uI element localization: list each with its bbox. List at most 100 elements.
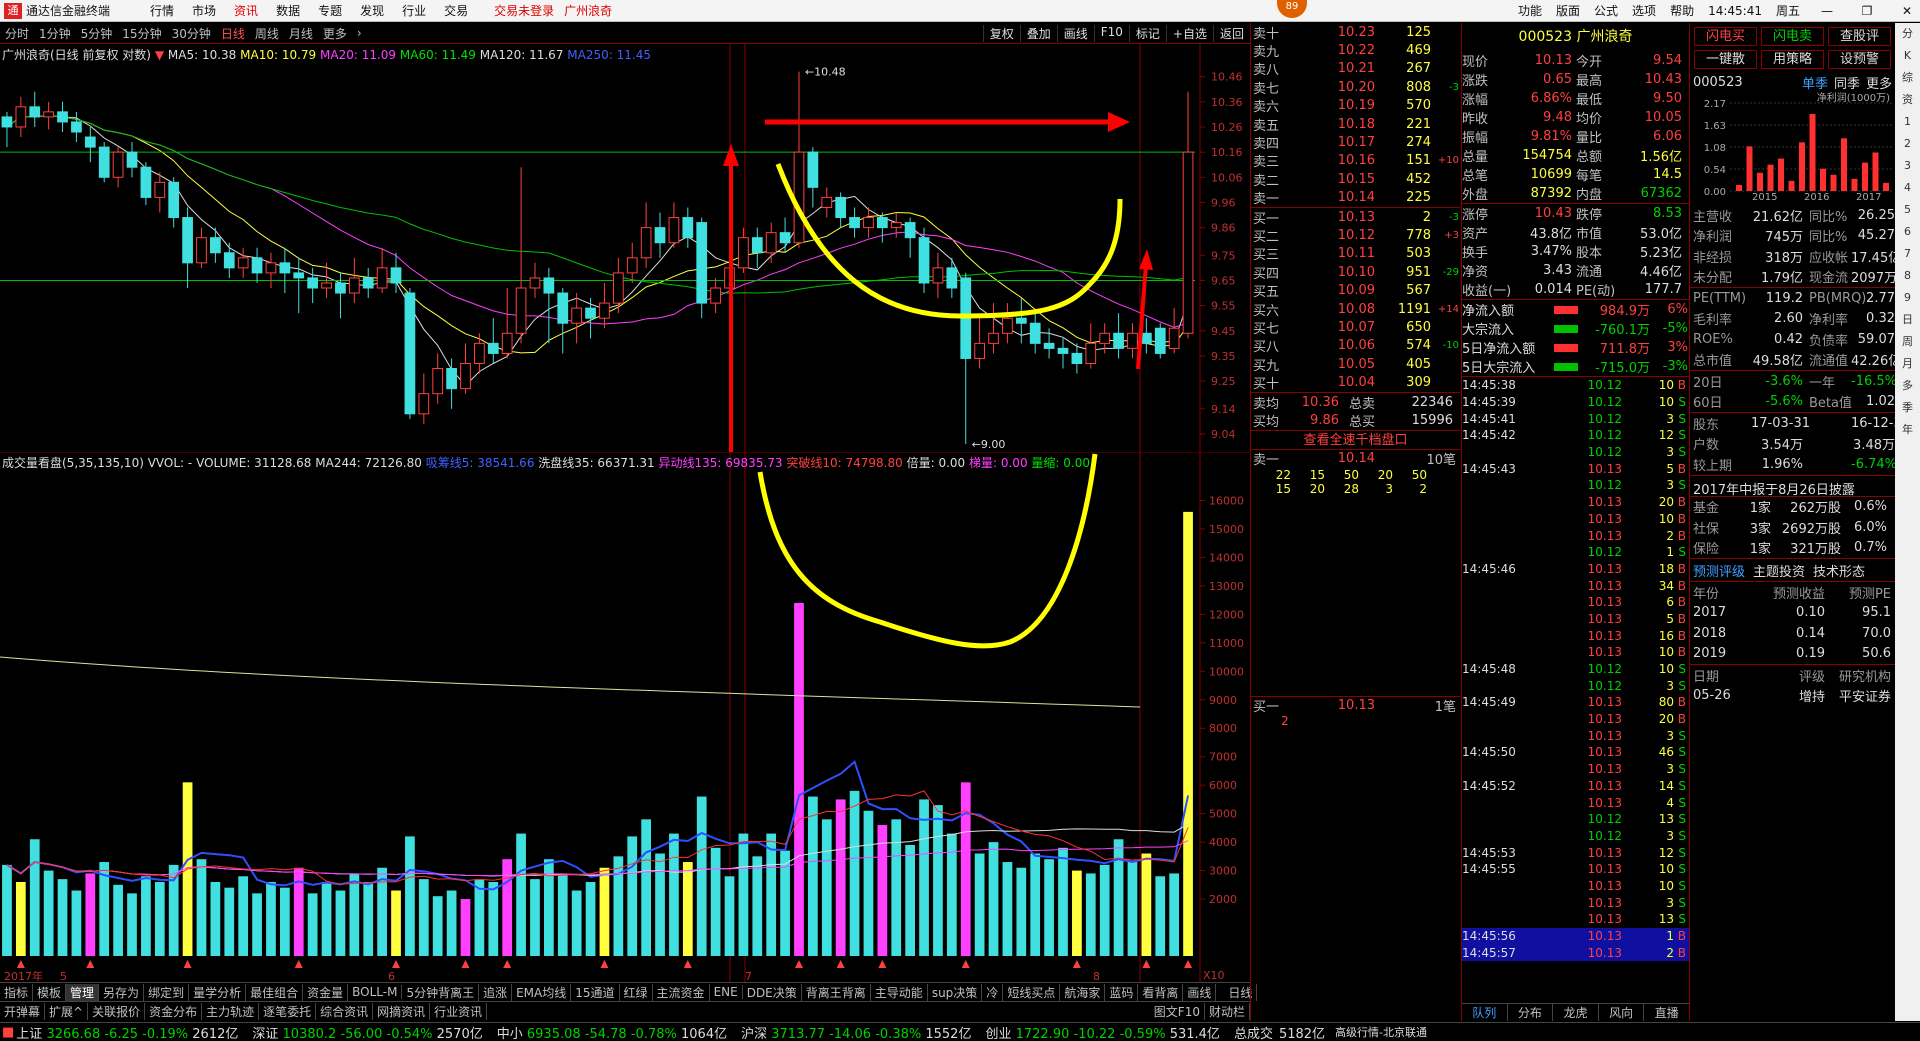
sidebar-icon[interactable]: 7 xyxy=(1904,243,1911,265)
bottom-right-tab[interactable]: 财动栏 xyxy=(1205,1002,1250,1020)
quote-tab[interactable]: 队列 xyxy=(1462,1004,1508,1021)
period-tab[interactable]: 周线 xyxy=(250,25,284,42)
bottom-tab[interactable]: 开弹幕 xyxy=(0,1002,46,1020)
sidebar-icon[interactable]: 多 xyxy=(1902,375,1913,397)
quote-tab[interactable]: 分布 xyxy=(1508,1004,1554,1021)
tool-button[interactable]: 标记 xyxy=(1128,24,1166,42)
period-tab[interactable]: 30分钟 xyxy=(167,25,216,42)
sidebar-icon[interactable]: 3 xyxy=(1904,155,1911,177)
tab-same-quarter[interactable]: 同季 xyxy=(1834,73,1860,92)
indicator-tab[interactable]: 红绿 xyxy=(620,983,653,1001)
menu-item[interactable]: 市场 xyxy=(192,2,216,19)
indicator-tab[interactable]: 看背离 xyxy=(1138,983,1184,1001)
indicator-tab[interactable]: EMA均线 xyxy=(512,983,572,1001)
quick-button[interactable]: 一键散 xyxy=(1694,50,1757,69)
bid-row[interactable]: 买五 10.09 567 xyxy=(1251,281,1460,300)
ask-row[interactable]: 卖二 10.15 452 xyxy=(1251,170,1460,189)
tool-button[interactable]: 复权 xyxy=(982,24,1020,42)
indicator-tab[interactable]: 管理 xyxy=(66,983,100,1001)
quote-tab[interactable]: 龙虎 xyxy=(1553,1004,1599,1021)
kline-chart[interactable]: 10.46 10.36 10.26 10.16 10.06 9.96 9.86 9.75 9.6… xyxy=(0,44,1250,454)
ask-row[interactable]: 卖九 10.22 469 xyxy=(1251,41,1460,60)
indicator-tab[interactable]: sup决策 xyxy=(928,983,983,1001)
period-tab[interactable]: 5分钟 xyxy=(76,25,118,42)
index-item[interactable]: 创业 1722.90 -10.22 -0.59% 531.4亿 xyxy=(985,1023,1219,1041)
sidebar-icon[interactable]: 日 xyxy=(1902,309,1913,331)
sidebar-icon[interactable]: 综 xyxy=(1902,67,1913,89)
minimize-icon[interactable]: — xyxy=(1814,4,1840,18)
restore-icon[interactable]: ❐ xyxy=(1854,4,1880,18)
quick-button[interactable]: 闪电卖 xyxy=(1761,27,1824,46)
indicator-tab[interactable]: 蓝码 xyxy=(1105,983,1139,1001)
sidebar-icon[interactable]: 季 xyxy=(1902,397,1913,419)
quick-button[interactable]: 用策略 xyxy=(1761,50,1824,69)
indicator-tab[interactable]: 另存为 xyxy=(99,983,145,1001)
tool-button[interactable]: 返回 xyxy=(1212,24,1250,42)
ask-row[interactable]: 卖四 10.17 274 xyxy=(1251,133,1460,152)
bottom-tab[interactable]: 资金分布 xyxy=(145,1002,203,1020)
menu-options[interactable]: 选项 xyxy=(1632,2,1656,19)
period-more[interactable]: 更多 xyxy=(318,25,352,42)
sidebar-icon[interactable]: 分 xyxy=(1902,23,1913,45)
sidebar-icon[interactable]: 月 xyxy=(1902,353,1913,375)
menu-item-active[interactable]: 资讯 xyxy=(234,2,258,19)
sidebar-icon[interactable]: 2 xyxy=(1904,133,1911,155)
trade-status[interactable]: 交易未登录 xyxy=(494,2,554,19)
tool-button[interactable]: F10 xyxy=(1093,24,1129,42)
quick-button[interactable]: 设预警 xyxy=(1828,50,1891,69)
tab-more[interactable]: 更多 xyxy=(1866,73,1892,92)
sidebar-icon[interactable]: 6 xyxy=(1904,221,1911,243)
ask-row[interactable]: 卖七 10.20 808 -3 xyxy=(1251,78,1460,97)
tab-technical[interactable]: 技术形态 xyxy=(1813,561,1865,580)
full-depth-link[interactable]: 查看全速千档盘口 xyxy=(1251,429,1460,450)
indicator-tab[interactable]: 量学分析 xyxy=(189,983,247,1001)
indicator-tab[interactable]: 短线买点 xyxy=(1003,983,1061,1001)
period-tab-active[interactable]: 日线 xyxy=(216,25,250,42)
indicator-tab[interactable]: 主导动能 xyxy=(871,983,928,1001)
bottom-tab[interactable]: 逐笔委托 xyxy=(259,1002,317,1020)
indicator-tab[interactable]: 指标 xyxy=(0,983,34,1001)
sidebar-icon[interactable]: 5 xyxy=(1904,199,1911,221)
volume-chart[interactable]: 16000 15000 14000 13000 12000 11000 10000 9000 8… xyxy=(0,452,1250,982)
indicator-tab[interactable]: 模板 xyxy=(33,983,67,1001)
quick-button[interactable]: 查股评 xyxy=(1828,27,1891,46)
index-item[interactable]: 深证 10380.2 -56.00 -0.54% 2570亿 xyxy=(252,1023,482,1041)
chevron-right-icon[interactable]: › xyxy=(352,26,367,40)
quick-button[interactable]: 闪电买 xyxy=(1694,27,1757,46)
bid-row[interactable]: 买七 10.07 650 xyxy=(1251,318,1460,337)
indicator-tab[interactable]: 冷 xyxy=(982,983,1004,1001)
menu-help[interactable]: 帮助 xyxy=(1670,2,1694,19)
indicator-tab[interactable]: 背离王背离 xyxy=(802,983,871,1001)
indicator-tab[interactable]: 主流资金 xyxy=(653,983,710,1001)
bottom-tab[interactable]: 扩展^ xyxy=(45,1002,89,1020)
bottom-tab[interactable]: 综合资讯 xyxy=(316,1002,374,1020)
menu-formula[interactable]: 公式 xyxy=(1594,2,1618,19)
sidebar-icon[interactable]: K xyxy=(1904,45,1911,67)
indicator-tab[interactable]: 绑定到 xyxy=(144,983,190,1001)
menu-item[interactable]: 发现 xyxy=(360,2,384,19)
period-tab[interactable]: 1分钟 xyxy=(34,25,76,42)
menu-item[interactable]: 专题 xyxy=(318,2,342,19)
bid-row[interactable]: 买六 10.08 1191 +14 xyxy=(1251,300,1460,319)
quote-tab[interactable]: 直播 xyxy=(1644,1004,1690,1021)
indicator-tab[interactable]: 最佳组合 xyxy=(246,983,304,1001)
bid-row[interactable]: 买三 10.11 503 xyxy=(1251,245,1460,263)
indicator-tab[interactable]: 航海家 xyxy=(1060,983,1106,1001)
sidebar-icon[interactable]: 年 xyxy=(1902,419,1913,441)
bid-row[interactable]: 买十 10.04 309 xyxy=(1251,373,1460,392)
menu-item[interactable]: 行情 xyxy=(150,2,174,19)
bid-row[interactable]: 买四 10.10 951 -29 xyxy=(1251,263,1460,282)
bid-row[interactable]: 买九 10.05 405 xyxy=(1251,355,1460,374)
indicator-tab[interactable]: ENE xyxy=(710,985,743,999)
bottom-tab[interactable]: 关联报价 xyxy=(88,1002,146,1020)
ask-row[interactable]: 卖八 10.21 267 xyxy=(1251,60,1460,78)
menu-item[interactable]: 行业 xyxy=(402,2,426,19)
tool-button[interactable]: 画线 xyxy=(1056,24,1094,42)
bottom-tab[interactable]: 网摘资讯 xyxy=(373,1002,431,1020)
bid-row[interactable]: 买一 10.13 2 -3 xyxy=(1251,208,1460,227)
bid-row[interactable]: 买八 10.06 574 -10 xyxy=(1251,337,1460,355)
ask-row[interactable]: 卖六 10.19 570 xyxy=(1251,97,1460,115)
indicator-tab[interactable]: DDE决策 xyxy=(743,983,802,1001)
tab-single-quarter[interactable]: 单季 xyxy=(1802,73,1828,92)
menu-item[interactable]: 交易 xyxy=(444,2,468,19)
